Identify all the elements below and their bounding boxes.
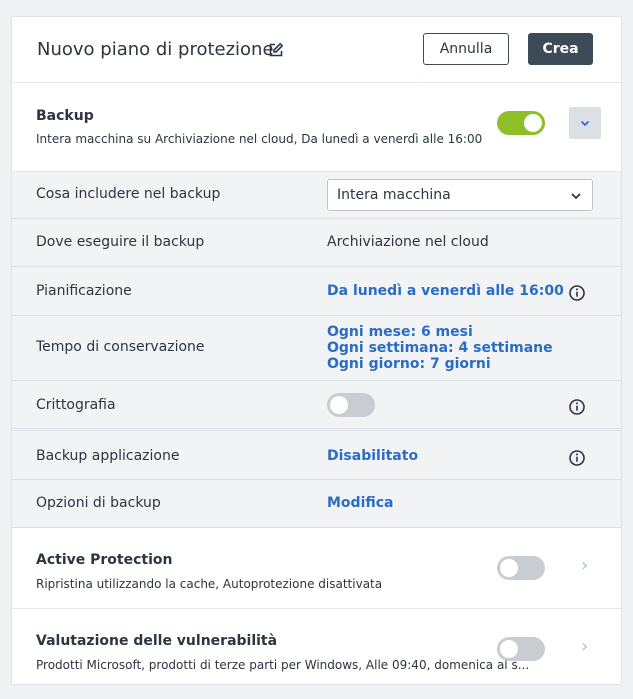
retention-weekly: Ogni settimana: 4 settimane	[327, 340, 553, 356]
collapse-backup-button[interactable]	[569, 107, 601, 139]
edit-title-icon[interactable]	[268, 42, 284, 58]
info-icon[interactable]	[568, 284, 586, 302]
info-icon[interactable]	[568, 398, 586, 416]
app-backup-label: Backup applicazione	[36, 448, 180, 464]
encryption-label: Crittografia	[36, 397, 116, 413]
active-protection-toggle[interactable]	[497, 556, 545, 580]
retention-daily: Ogni giorno: 7 giorni	[327, 356, 491, 372]
page-title: Nuovo piano di protezione	[37, 39, 274, 60]
setting-row-options: Opzioni di backup Modifica	[12, 480, 621, 528]
cancel-button[interactable]: Annulla	[423, 33, 509, 65]
backup-source-select[interactable]: Intera macchina	[327, 179, 593, 211]
setting-row-encryption: Crittografia	[12, 381, 621, 431]
backup-title: Backup	[36, 108, 94, 124]
setting-row-app-backup: Backup applicazione Disabilitato	[12, 431, 621, 480]
setting-row-where: Dove eseguire il backup Archiviazione ne…	[12, 219, 621, 267]
vulnerability-toggle[interactable]	[497, 637, 545, 661]
retention-label: Tempo di conservazione	[36, 339, 205, 355]
setting-row-what: Cosa includere nel backup Intera macchin…	[12, 172, 621, 219]
chevron-down-icon	[571, 193, 581, 200]
active-protection-section: Active Protection Ripristina utilizzando…	[12, 528, 621, 609]
retention-monthly: Ogni mese: 6 mesi	[327, 324, 473, 340]
options-label: Opzioni di backup	[36, 495, 161, 511]
options-link[interactable]: Modifica	[327, 495, 394, 511]
app-backup-link[interactable]: Disabilitato	[327, 448, 418, 464]
create-button[interactable]: Crea	[528, 33, 593, 65]
vulnerability-section: Valutazione delle vulnerabilità Prodotti…	[12, 609, 621, 684]
chevron-right-icon[interactable]: ›	[581, 555, 588, 576]
active-protection-summary: Ripristina utilizzando la cache, Autopro…	[36, 577, 383, 591]
info-icon[interactable]	[568, 449, 586, 467]
panel-header: Nuovo piano di protezione Annulla Crea	[12, 17, 621, 83]
chevron-right-icon[interactable]: ›	[581, 636, 588, 657]
backup-toggle[interactable]	[497, 111, 545, 135]
setting-row-retention: Tempo di conservazione Ogni mese: 6 mesi…	[12, 316, 621, 381]
backup-source-value: Intera macchina	[337, 187, 451, 203]
protection-plan-panel: Nuovo piano di protezione Annulla Crea B…	[11, 16, 622, 685]
where-value: Archiviazione nel cloud	[327, 234, 489, 250]
setting-row-schedule: Pianificazione Da lunedì a venerdì alle …	[12, 267, 621, 316]
retention-link[interactable]: Ogni mese: 6 mesi Ogni settimana: 4 sett…	[327, 324, 553, 372]
encryption-toggle[interactable]	[327, 393, 375, 417]
vulnerability-title: Valutazione delle vulnerabilità	[36, 633, 278, 649]
what-label: Cosa includere nel backup	[36, 186, 221, 202]
where-label: Dove eseguire il backup	[36, 234, 205, 250]
active-protection-title: Active Protection	[36, 552, 173, 568]
backup-summary: Intera macchina su Archiviazione nel clo…	[36, 132, 483, 146]
schedule-label: Pianificazione	[36, 283, 132, 299]
backup-section-header: Backup Intera macchina su Archiviazione …	[12, 83, 621, 172]
backup-settings: Cosa includere nel backup Intera macchin…	[12, 172, 621, 528]
vulnerability-summary: Prodotti Microsoft, prodotti di terze pa…	[36, 658, 530, 672]
chevron-down-icon	[580, 120, 590, 127]
schedule-link[interactable]: Da lunedì a venerdì alle 16:00	[327, 283, 564, 299]
